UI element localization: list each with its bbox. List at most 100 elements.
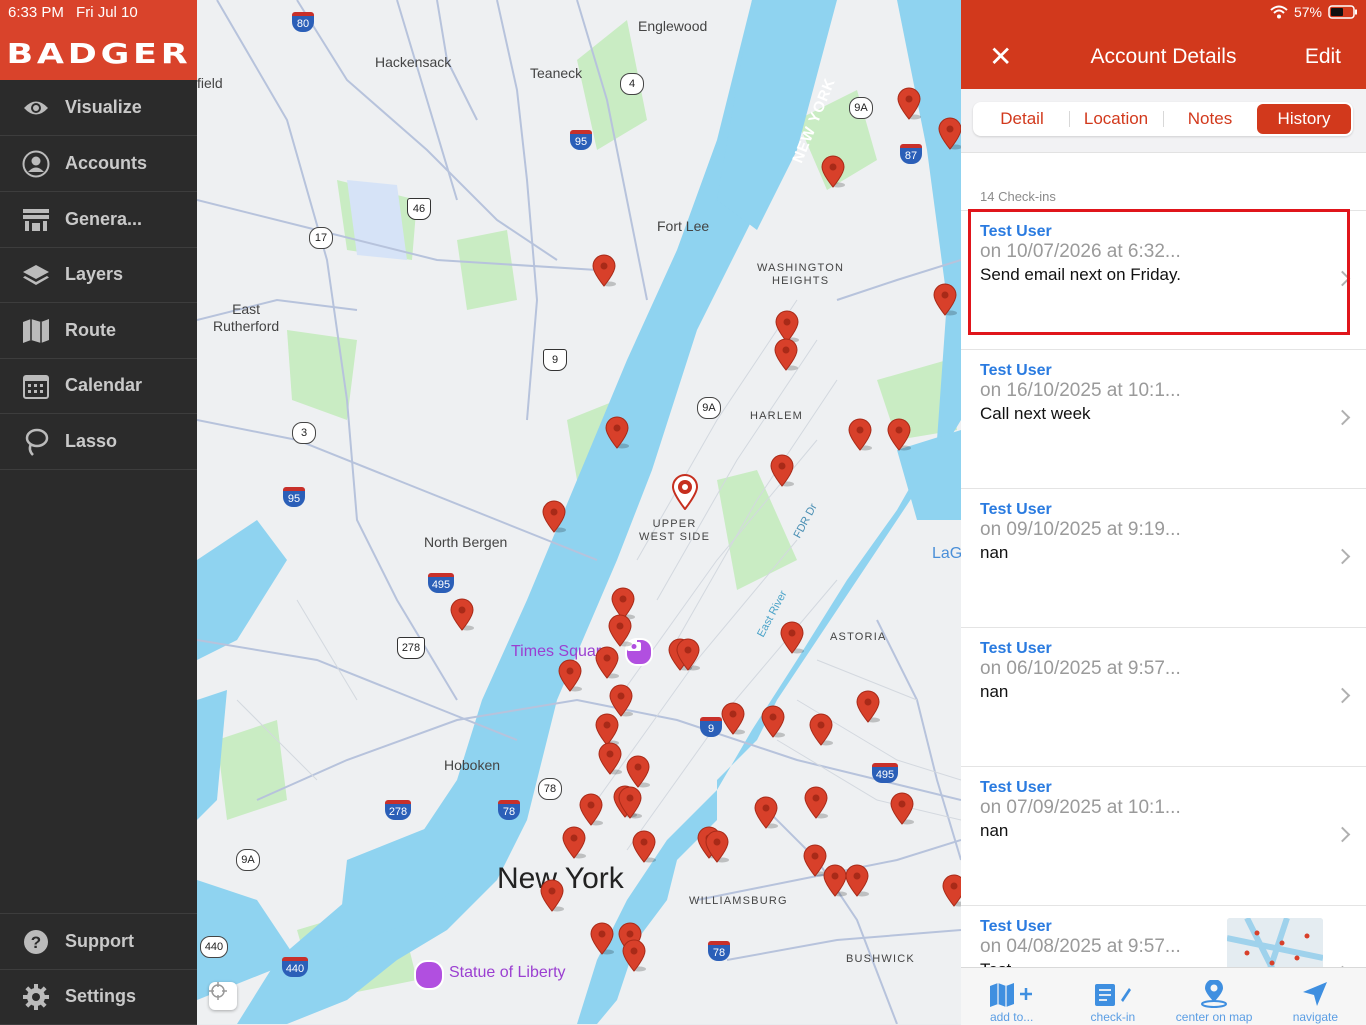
tab-notes[interactable]: Notes xyxy=(1163,104,1257,134)
checkin-entry[interactable]: Test User on 10/07/2026 at 6:32... Send … xyxy=(961,210,1366,350)
map-pin[interactable] xyxy=(622,939,648,973)
map-label-statue-of-liberty[interactable]: Statue of Liberty xyxy=(449,964,566,982)
status-bar-left: 6:33 PM Fri Jul 10 xyxy=(0,0,197,26)
checkin-note: nan xyxy=(980,543,1009,562)
map-pin[interactable] xyxy=(542,500,568,534)
map-pin[interactable] xyxy=(770,454,796,488)
checkin-note: nan xyxy=(980,682,1009,701)
map-label-north-bergen: North Bergen xyxy=(424,534,508,550)
map-label-teaneck: Teaneck xyxy=(530,65,583,81)
map-pin[interactable] xyxy=(608,614,634,648)
center-on-map-button[interactable]: center on map xyxy=(1164,968,1265,1025)
interstate-shield: 495 xyxy=(428,573,454,593)
sidebar-item-accounts[interactable]: Accounts xyxy=(0,136,197,192)
map-pin[interactable] xyxy=(676,638,702,672)
calendar-icon xyxy=(22,372,50,400)
map-pin[interactable] xyxy=(856,690,882,724)
map-pin[interactable] xyxy=(558,659,584,693)
checkin-entry[interactable]: Test User on 04/08/2025 at 9:57... Test xyxy=(961,905,1366,968)
map-pin[interactable] xyxy=(721,702,747,736)
map-pin[interactable] xyxy=(845,864,871,898)
checkin-date: on 16/10/2025 at 10:1... xyxy=(980,380,1181,401)
checkin-entry[interactable]: Test User on 16/10/2025 at 10:1... Call … xyxy=(961,349,1366,489)
tab-location[interactable]: Location xyxy=(1069,104,1163,134)
map-pin[interactable] xyxy=(821,155,847,189)
checkin-entry[interactable]: Test User on 09/10/2025 at 9:19... nan xyxy=(961,488,1366,628)
toolbar-label: check-in xyxy=(1090,1010,1136,1024)
sidebar-item-support[interactable]: ? Support xyxy=(0,913,197,970)
map-pin[interactable] xyxy=(705,830,731,864)
checkin-user[interactable]: Test User xyxy=(980,918,1052,936)
map-pin[interactable] xyxy=(774,338,800,372)
map-pin[interactable] xyxy=(938,117,961,151)
map-pin[interactable] xyxy=(890,792,916,826)
map-pin[interactable] xyxy=(632,830,658,864)
sidebar-item-layers[interactable]: Layers xyxy=(0,247,197,303)
state-route-shield: 9A xyxy=(697,397,721,419)
checkin-user[interactable]: Test User xyxy=(980,640,1052,658)
map-pin[interactable] xyxy=(804,786,830,820)
map-pin[interactable] xyxy=(605,416,631,450)
interstate-shield: 95 xyxy=(570,130,592,150)
map-pin[interactable] xyxy=(780,621,806,655)
map-label-upper-west-side: UPPER WEST SIDE xyxy=(639,518,711,543)
tab-detail[interactable]: Detail xyxy=(975,104,1069,134)
interstate-shield: 9 xyxy=(700,717,722,737)
map-pin[interactable] xyxy=(809,713,835,747)
interstate-shield: 440 xyxy=(282,957,308,977)
map-pin[interactable] xyxy=(592,254,618,288)
map-pin[interactable] xyxy=(761,705,787,739)
map-label-englewood: Englewood xyxy=(638,18,708,34)
navigate-arrow-icon xyxy=(1265,976,1366,1008)
checkin-photo-thumbnail[interactable] xyxy=(1227,918,1323,968)
map-pin[interactable] xyxy=(897,87,923,121)
person-icon xyxy=(22,150,50,178)
sidebar-item-general[interactable]: Genera... xyxy=(0,192,197,248)
checkin-user[interactable]: Test User xyxy=(980,501,1052,519)
us-route-shield: 278 xyxy=(397,637,425,659)
checkin-history-list[interactable]: 14 Check-ins Test User on 10/07/2026 at … xyxy=(961,152,1366,968)
sidebar-item-settings[interactable]: Settings xyxy=(0,969,197,1025)
sidebar-item-calendar[interactable]: Calendar xyxy=(0,358,197,414)
map-label-east-rutherford: East Rutherford xyxy=(213,301,280,334)
location-pin-icon xyxy=(1164,976,1265,1008)
map-pin[interactable] xyxy=(590,922,616,956)
map-pin[interactable] xyxy=(848,418,874,452)
checkin-user[interactable]: Test User xyxy=(980,223,1052,241)
map-pin[interactable] xyxy=(626,755,652,789)
tab-history[interactable]: History xyxy=(1257,104,1351,134)
wifi-icon xyxy=(1270,5,1288,19)
locate-me-button[interactable] xyxy=(209,982,237,1010)
edit-button[interactable]: Edit xyxy=(1305,45,1341,69)
map-pin[interactable] xyxy=(579,793,605,827)
checkin-user[interactable]: Test User xyxy=(980,779,1052,797)
map-pin[interactable] xyxy=(933,283,959,317)
navigate-button[interactable]: navigate xyxy=(1265,968,1366,1025)
map-pin[interactable] xyxy=(598,742,624,776)
landmark-icon[interactable] xyxy=(414,960,444,990)
add-to-button[interactable]: add to... xyxy=(961,968,1062,1025)
map-pin[interactable] xyxy=(942,874,961,908)
map-pin[interactable] xyxy=(450,598,476,632)
sidebar-item-lasso[interactable]: Lasso xyxy=(0,414,197,470)
crosshair-icon xyxy=(209,982,227,1000)
bottom-toolbar: add to... check-in center on map navigat… xyxy=(961,967,1366,1025)
map-pin[interactable] xyxy=(618,786,644,820)
check-in-button[interactable]: check-in xyxy=(1062,968,1163,1025)
checkin-entry[interactable]: Test User on 06/10/2025 at 9:57... nan xyxy=(961,627,1366,767)
chevron-right-icon xyxy=(1334,270,1351,287)
battery-percent: 57% xyxy=(1293,4,1322,20)
map-view[interactable]: Englewood Hackensack Teaneck field Fort … xyxy=(197,0,961,1024)
map-pin[interactable] xyxy=(595,646,621,680)
map-pin[interactable] xyxy=(754,796,780,830)
checkin-entry[interactable]: Test User on 07/09/2025 at 10:1... nan xyxy=(961,766,1366,906)
map-pin[interactable] xyxy=(540,879,566,913)
checkin-user[interactable]: Test User xyxy=(980,362,1052,380)
sidebar-item-visualize[interactable]: Visualize xyxy=(0,80,197,136)
state-route-shield: 17 xyxy=(309,227,333,249)
brand-logo[interactable]: BADGER xyxy=(0,26,197,80)
map-pin[interactable] xyxy=(887,418,913,452)
sidebar-item-route[interactable]: Route xyxy=(0,303,197,359)
map-pin[interactable] xyxy=(562,826,588,860)
us-route-shield: 46 xyxy=(407,198,431,220)
